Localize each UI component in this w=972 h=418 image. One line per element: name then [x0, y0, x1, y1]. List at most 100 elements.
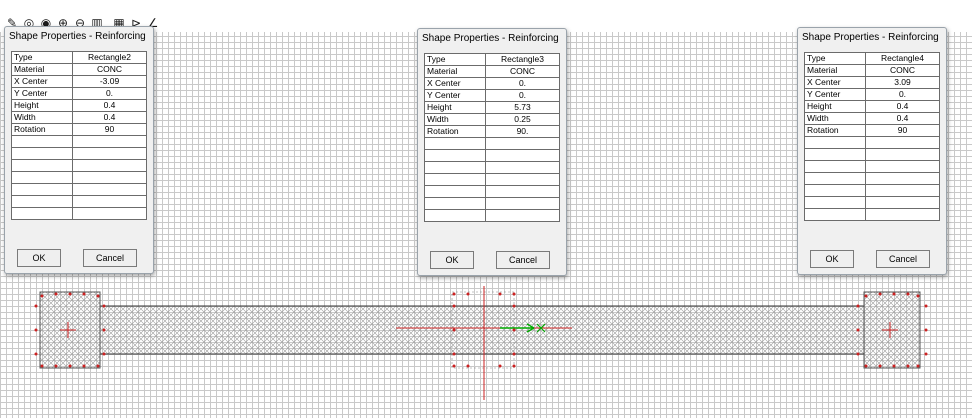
property-key: Y Center [11, 87, 73, 100]
property-row[interactable]: Rotation 90 [804, 124, 940, 137]
empty-row [804, 196, 940, 209]
property-row[interactable]: Y Center 0. [424, 89, 560, 102]
property-value[interactable]: 0. [865, 88, 940, 101]
property-row[interactable]: Rotation 90 [11, 123, 147, 136]
property-value[interactable]: 0. [72, 87, 147, 100]
property-value[interactable]: 3.09 [865, 76, 940, 89]
empty-row [424, 197, 560, 210]
property-key: Width [804, 112, 866, 125]
property-grid: Type Rectangle4 Material CONC X Center 3.09… [804, 52, 940, 221]
empty-row [11, 147, 147, 160]
shape-properties-dialog-2: Shape Properties - Reinforcing Type Recta… [417, 28, 567, 276]
property-value[interactable]: 0.25 [485, 113, 560, 126]
cancel-button[interactable]: Cancel [876, 250, 930, 268]
ok-button[interactable]: OK [810, 250, 854, 268]
property-key: Height [11, 99, 73, 112]
dialog-title: Shape Properties - Reinforcing [9, 31, 146, 42]
empty-row [804, 136, 940, 149]
empty-row [11, 171, 147, 184]
property-value[interactable]: 0. [485, 89, 560, 102]
property-row[interactable]: Height 0.4 [11, 99, 147, 112]
property-row[interactable]: Material CONC [804, 64, 940, 77]
property-row[interactable]: Type Rectangle3 [424, 53, 560, 66]
property-key: Y Center [424, 89, 486, 102]
property-key: Type [424, 53, 486, 66]
property-row[interactable]: Height 5.73 [424, 101, 560, 114]
property-key: Material [11, 63, 73, 76]
ok-button[interactable]: OK [17, 249, 61, 267]
empty-row [804, 160, 940, 173]
property-key: Type [804, 52, 866, 65]
empty-row [804, 148, 940, 161]
property-key: Rotation [11, 123, 73, 136]
dialog-title: Shape Properties - Reinforcing [422, 33, 559, 44]
empty-row [804, 172, 940, 185]
property-row[interactable]: Height 0.4 [804, 100, 940, 113]
cancel-button[interactable]: Cancel [83, 249, 137, 267]
shape-properties-dialog-3: Shape Properties - Reinforcing Type Recta… [797, 27, 947, 275]
property-row[interactable]: X Center 3.09 [804, 76, 940, 89]
shape-properties-dialog-1: Shape Properties - Reinforcing Type Recta… [4, 26, 154, 274]
empty-row [11, 159, 147, 172]
property-value[interactable]: CONC [865, 64, 940, 77]
property-value[interactable]: Rectangle3 [485, 53, 560, 66]
property-value[interactable]: 0.4 [865, 112, 940, 125]
property-value[interactable]: 5.73 [485, 101, 560, 114]
property-key: Rotation [804, 124, 866, 137]
property-value[interactable]: 0. [485, 77, 560, 90]
property-value[interactable]: Rectangle4 [865, 52, 940, 65]
property-key: Height [804, 100, 866, 113]
wall-section-shape[interactable] [39, 291, 921, 369]
property-key: Width [11, 111, 73, 124]
property-value[interactable]: Rectangle2 [72, 51, 147, 64]
property-value[interactable]: 0.4 [72, 111, 147, 124]
empty-row [804, 208, 940, 221]
property-row[interactable]: Material CONC [11, 63, 147, 76]
empty-row [424, 185, 560, 198]
empty-row [11, 195, 147, 208]
empty-row [424, 137, 560, 150]
property-row[interactable]: Material CONC [424, 65, 560, 78]
property-grid: Type Rectangle3 Material CONC X Center 0. Y… [424, 53, 560, 222]
empty-row [11, 207, 147, 220]
dialog-title: Shape Properties - Reinforcing [802, 32, 939, 43]
property-key: Material [424, 65, 486, 78]
property-key: Width [424, 113, 486, 126]
property-value[interactable]: 90. [485, 125, 560, 138]
property-row[interactable]: Width 0.25 [424, 113, 560, 126]
property-row[interactable]: X Center -3.09 [11, 75, 147, 88]
ok-button[interactable]: OK [430, 251, 474, 269]
empty-row [424, 161, 560, 174]
property-key: Y Center [804, 88, 866, 101]
empty-row [11, 183, 147, 196]
property-row[interactable]: Rotation 90. [424, 125, 560, 138]
property-key: X Center [11, 75, 73, 88]
empty-row [424, 149, 560, 162]
property-row[interactable]: Type Rectangle4 [804, 52, 940, 65]
property-value[interactable]: 0.4 [72, 99, 147, 112]
property-row[interactable]: X Center 0. [424, 77, 560, 90]
empty-row [804, 184, 940, 197]
property-key: X Center [804, 76, 866, 89]
cancel-button[interactable]: Cancel [496, 251, 550, 269]
empty-row [11, 135, 147, 148]
property-row[interactable]: Width 0.4 [11, 111, 147, 124]
property-value[interactable]: CONC [485, 65, 560, 78]
property-value[interactable]: 90 [72, 123, 147, 136]
property-value[interactable]: CONC [72, 63, 147, 76]
property-row[interactable]: Width 0.4 [804, 112, 940, 125]
property-key: Height [424, 101, 486, 114]
property-row[interactable]: Y Center 0. [804, 88, 940, 101]
property-grid: Type Rectangle2 Material CONC X Center -3.0… [11, 51, 147, 220]
property-value[interactable]: 0.4 [865, 100, 940, 113]
empty-row [424, 173, 560, 186]
property-key: X Center [424, 77, 486, 90]
property-key: Type [11, 51, 73, 64]
empty-row [424, 209, 560, 222]
property-key: Material [804, 64, 866, 77]
property-value[interactable]: 90 [865, 124, 940, 137]
property-row[interactable]: Type Rectangle2 [11, 51, 147, 64]
property-key: Rotation [424, 125, 486, 138]
property-value[interactable]: -3.09 [72, 75, 147, 88]
property-row[interactable]: Y Center 0. [11, 87, 147, 100]
